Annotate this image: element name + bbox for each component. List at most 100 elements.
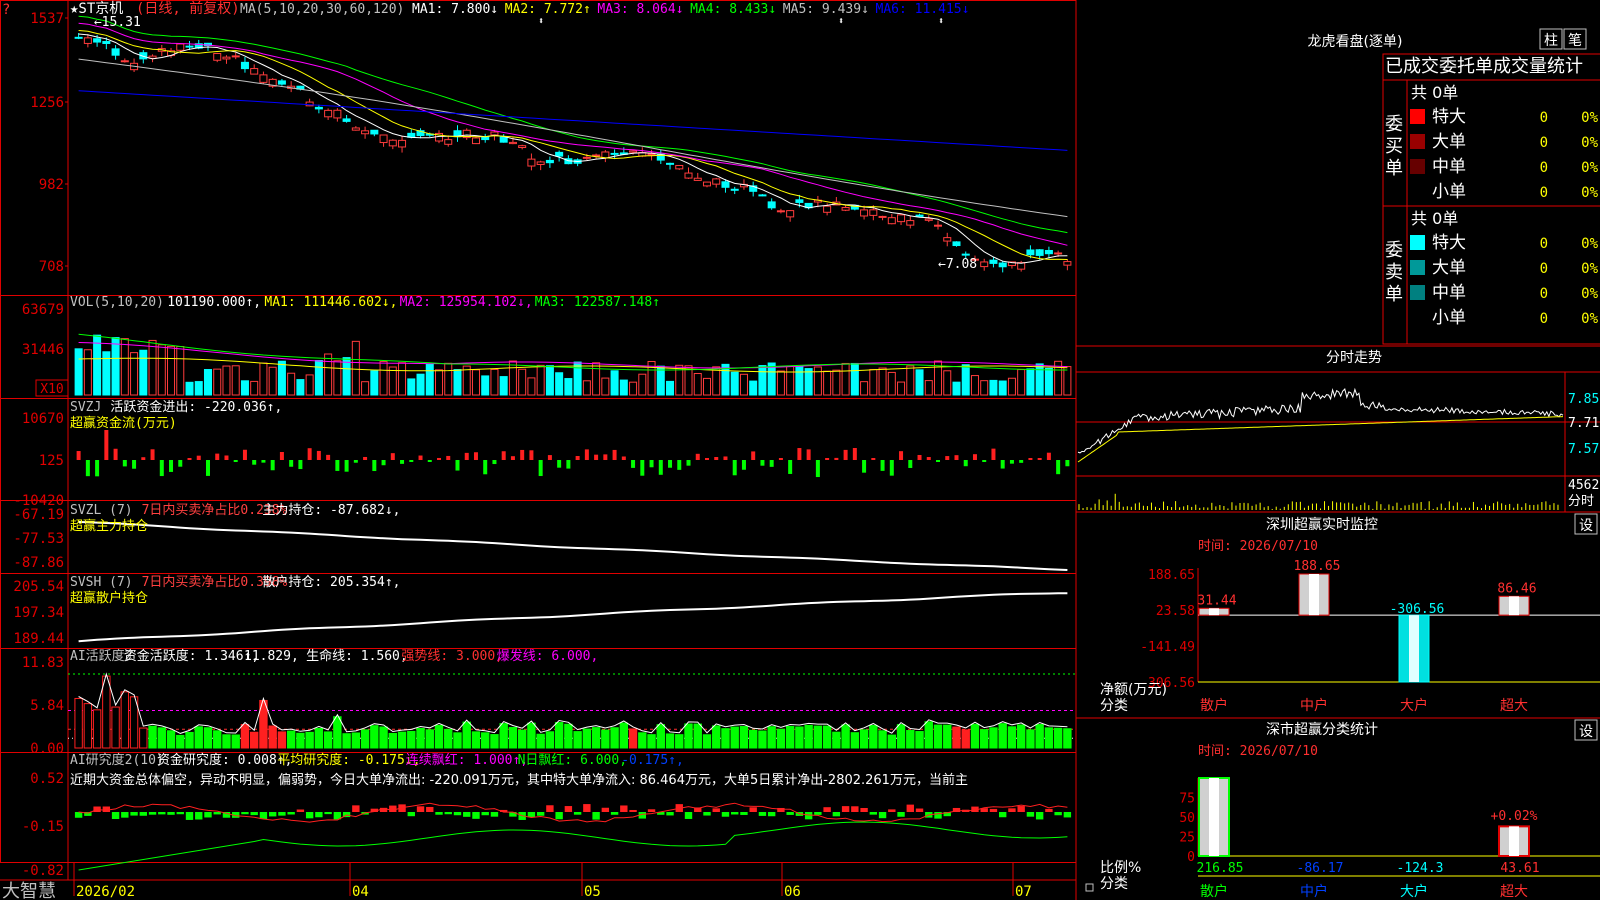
- fund-flow-bar: [862, 460, 867, 473]
- ai-research-panel[interactable]: AI研究度2(10)资金研究度: 0.008↑,平均研究度: -0.175↓,连…: [22, 752, 1072, 879]
- research-bar: [851, 806, 859, 812]
- fund-flow-bar: [215, 453, 220, 460]
- fund-flow-bar: [150, 449, 155, 460]
- research-bar: [749, 807, 757, 812]
- candlestick-panel[interactable]: ←15.31 ←7.08 1537 1256 982 708? ★ST京机 (日线, 前复权)…: [2, 0, 1072, 275]
- ai-activity-header: 爆发线: 6.000,: [497, 648, 599, 664]
- fund-flow-bar: [390, 453, 395, 460]
- candle-body: [120, 60, 129, 63]
- svsh-panel[interactable]: SVSH (7) 7日内买卖净占比0.398%散户持仓: 205.354↑,超赢散…: [13, 574, 1068, 647]
- volume-bar: [924, 380, 933, 396]
- monitor-xlabel: 分类: [1100, 698, 1128, 714]
- help-icon[interactable]: ?: [2, 2, 10, 18]
- volume-bar: [564, 378, 573, 396]
- volume-bar: [545, 365, 554, 396]
- volume-bar: [860, 381, 869, 396]
- ma-value: MA4: 8.433↓: [690, 2, 776, 17]
- fund-flow-bar: [335, 460, 340, 471]
- classify-time: 时间: 2026/07/10: [1198, 744, 1318, 759]
- monitor-bar-highlight: [1209, 608, 1219, 616]
- volume-bar: [425, 363, 434, 396]
- svzl-panel[interactable]: SVZL (7) 7日内买卖净占比0.238%主力持仓: -87.682↓,超赢主…: [13, 502, 1068, 571]
- activity-bar: [434, 724, 444, 749]
- volume-bar: [240, 380, 249, 396]
- research-bar: [573, 812, 582, 815]
- volume-bar: [194, 381, 203, 396]
- ma-line-MA6: [78, 90, 1068, 151]
- research-bar: [389, 805, 397, 812]
- candle-body: [74, 36, 83, 39]
- activity-bar: [222, 734, 231, 749]
- fund-flow-bar: [797, 448, 802, 460]
- fund-flow-bar: [446, 455, 451, 460]
- activity-bar: [795, 726, 804, 749]
- volume-bar: [841, 362, 850, 396]
- volume-bar: [518, 368, 527, 396]
- high-label: ←15.31: [94, 15, 141, 30]
- activity-bar: [471, 731, 481, 749]
- fund-flow-bar: [427, 460, 432, 462]
- activity-bar: [1044, 727, 1054, 749]
- fund-flow-bar: [242, 449, 247, 460]
- candle-body: [555, 151, 564, 157]
- activity-bar: [601, 729, 610, 749]
- volume-bar: [203, 369, 213, 396]
- volume-bar: [231, 365, 240, 396]
- fund-flow-bar: [76, 451, 81, 460]
- volume-bar: [804, 368, 813, 396]
- volume-bar: [582, 380, 591, 396]
- candle-body: [1044, 250, 1053, 255]
- activity-bar: [961, 729, 970, 749]
- volume-bar: [370, 370, 379, 396]
- ma-value: MA1: 7.800↓: [412, 2, 498, 17]
- research-bar: [241, 812, 249, 815]
- ai-activity-y-tick: 5.84: [30, 698, 64, 714]
- marker-icon: ⬍: [838, 16, 844, 27]
- buy-row-pct: 0%: [1581, 160, 1598, 176]
- buy-row-label: 大单: [1432, 132, 1466, 152]
- volume-bar: [462, 365, 471, 396]
- intraday-panel[interactable]: 分时走势 7.85 7.71 7.57 4562分时: [1076, 345, 1600, 513]
- fund-flow-bar: [501, 451, 506, 460]
- research-bar: [195, 812, 203, 820]
- vol-header: MA1: 111446.602↓,: [264, 295, 397, 310]
- monitor-settings-label[interactable]: 设: [1579, 518, 1593, 534]
- ai-research-header: 平均研究度: -0.175↓,: [277, 752, 420, 768]
- fund-flow-bar: [205, 460, 210, 476]
- fund-flow-bar: [1000, 460, 1005, 469]
- ai-research-header: -0.175↑,: [621, 753, 684, 768]
- classify-settings-label[interactable]: 设: [1579, 724, 1593, 740]
- candle-body: [370, 129, 379, 135]
- ai-activity-panel[interactable]: AI活跃度2资金活跃度: 1.346↑,11.829, 生命线: 1.560,强势…: [22, 648, 1076, 757]
- fund-flow-bar: [843, 449, 848, 460]
- sell-row-count: 0: [1540, 236, 1548, 252]
- fund-flow-bar: [1028, 458, 1033, 460]
- svzj-panel[interactable]: SVZJ 活跃资金进出: -220.036↑,超赢资金流(万元)10670125-…: [13, 399, 1070, 509]
- activity-bar: [240, 724, 250, 749]
- volume-bar: [148, 339, 157, 396]
- volume-ma-line: [78, 342, 1068, 369]
- activity-bar: [74, 697, 83, 749]
- activity-bar: [139, 727, 148, 749]
- volume-panel[interactable]: VOL(5,10,20) 101190.000↑, MA1: 111446.602↓…: [22, 295, 1072, 397]
- research-bar: [703, 812, 711, 816]
- fund-flow-bar: [963, 460, 968, 467]
- research-bar: [989, 808, 998, 812]
- activity-bar: [776, 728, 786, 749]
- volume-bar: [749, 380, 758, 396]
- pen-button-label[interactable]: 笔: [1568, 33, 1582, 49]
- ai-research-header: 连续飘红: 1.000↑,: [406, 752, 528, 768]
- classify-ylabel: 比例%: [1100, 860, 1141, 876]
- candle-body: [93, 38, 102, 43]
- fund-flow-bar: [945, 456, 950, 460]
- volume-bar: [167, 345, 176, 396]
- volume-bar: [915, 369, 924, 396]
- volume-bar: [712, 366, 721, 396]
- fund-flow-bar: [224, 455, 229, 460]
- bar-button-label[interactable]: 柱: [1544, 33, 1558, 49]
- candle-body: [776, 210, 785, 213]
- buy-side-label: 委: [1385, 114, 1403, 135]
- classification-panel[interactable]: 深市超赢分类统计 设时间: 2026/07/10 75 50 25 0 +0.02% 216.…: [1100, 719, 1600, 900]
- candle-body: [259, 74, 268, 83]
- ai-activity-header: 生命线: 1.560,: [306, 648, 408, 664]
